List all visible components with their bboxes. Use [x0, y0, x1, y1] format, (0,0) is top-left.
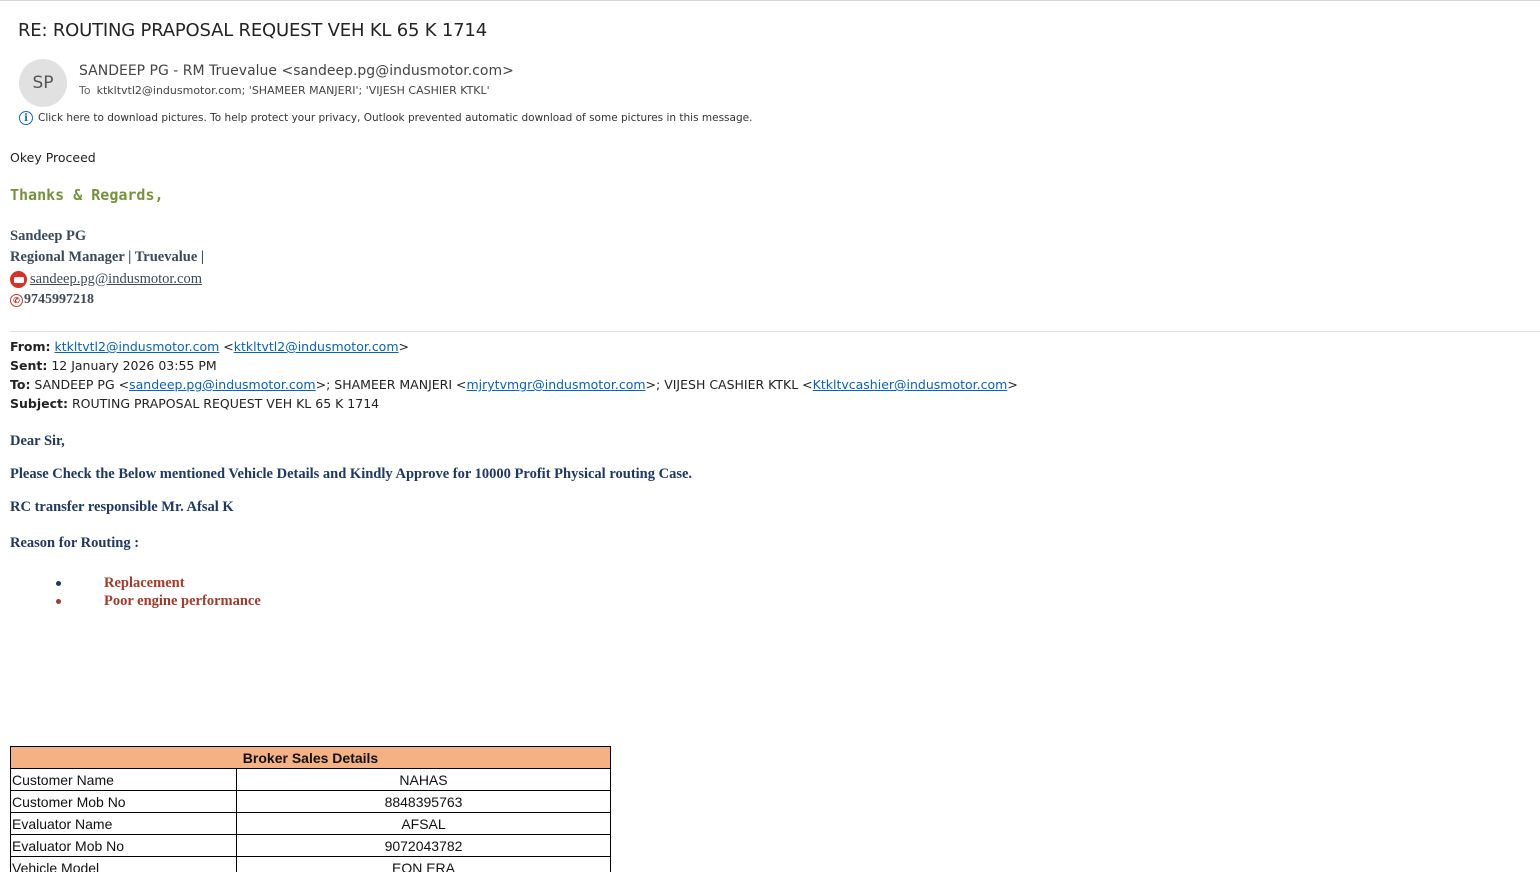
from-bracket-close: > [398, 339, 409, 354]
phone-icon: ✆ [10, 293, 23, 307]
table-key: Customer Name [10, 768, 237, 791]
reason-list: Replacement Poor engine performance [56, 574, 261, 610]
download-pictures-bar[interactable]: i Click here to download pictures. To he… [19, 111, 752, 125]
signature-email-link[interactable]: sandeep.pg@indusmotor.com [30, 271, 202, 288]
table-key: Evaluator Name [10, 812, 237, 835]
from-bracket: < [219, 339, 234, 354]
table-row: Vehicle Model EON ERA [10, 856, 611, 872]
reason-text: Replacement [104, 574, 185, 591]
table-value: AFSAL [236, 812, 611, 835]
recipients-list[interactable]: ktkltvtl2@indusmotor.com; 'SHAMEER MANJE… [97, 84, 490, 97]
to-link-1[interactable]: sandeep.pg@indusmotor.com [129, 377, 316, 392]
signature-title: Regional Manager | Truevalue | [10, 249, 205, 265]
original-from: From: ktkltvtl2@indusmotor.com <ktkltvtl… [10, 339, 409, 354]
list-item: Poor engine performance [56, 592, 261, 610]
email-icon [10, 271, 27, 288]
top-border [0, 0, 1540, 1]
reason-heading: Reason for Routing : [10, 535, 140, 551]
subject-label: Subject: [10, 396, 68, 411]
recipients-line: To ktkltvtl2@indusmotor.com; 'SHAMEER MAN… [79, 84, 490, 97]
email-subject: RE: ROUTING PRAPOSAL REQUEST VEH KL 65 K… [18, 20, 487, 41]
list-item: Replacement [56, 574, 261, 592]
to-link-3[interactable]: Ktkltvcashier@indusmotor.com [813, 377, 1008, 392]
signature-email-row: sandeep.pg@indusmotor.com [10, 271, 202, 288]
table-header: Broker Sales Details [10, 746, 611, 769]
table-row: Customer Mob No 8848395763 [10, 790, 611, 813]
signature-name: Sandeep PG [10, 228, 87, 244]
table-row: Evaluator Mob No 9072043782 [10, 834, 611, 857]
signature-phone: 9745997218 [24, 292, 94, 307]
info-icon: i [19, 111, 33, 125]
thanks-regards: Thanks & Regards, [10, 186, 164, 204]
table-value: 9072043782 [236, 834, 611, 857]
to-end: > [1007, 377, 1018, 392]
from-link[interactable]: ktkltvtl2@indusmotor.com [55, 339, 220, 354]
message-divider [10, 331, 1540, 332]
sent-value: 12 January 2026 03:55 PM [47, 358, 217, 373]
from-link-2[interactable]: ktkltvtl2@indusmotor.com [234, 339, 399, 354]
to-name-1: SANDEEP PG < [30, 377, 130, 392]
info-message[interactable]: Click here to download pictures. To help… [38, 112, 752, 124]
to-label: To [79, 84, 91, 97]
table-value: 8848395763 [236, 790, 611, 813]
reply-text: Okey Proceed [10, 150, 96, 165]
signature-phone-row: ✆ 9745997218 [10, 292, 94, 308]
table-row: Evaluator Name AFSAL [10, 812, 611, 835]
bullet-dot [56, 580, 61, 586]
original-sent: Sent: 12 January 2026 03:55 PM [10, 358, 217, 373]
table-row: Customer Name NAHAS [10, 768, 611, 791]
sent-label: Sent: [10, 358, 48, 373]
sender-name[interactable]: SANDEEP PG - RM Truevalue <sandeep.pg@in… [79, 63, 514, 79]
sender-avatar[interactable]: SP [19, 59, 67, 107]
broker-sales-table: Broker Sales Details Customer Name NAHAS… [10, 746, 611, 872]
table-key: Vehicle Model [10, 856, 237, 872]
to-label-original: To: [10, 377, 31, 392]
request-line: Please Check the Below mentioned Vehicle… [10, 466, 693, 482]
bullet-dot [56, 598, 61, 604]
table-key: Customer Mob No [10, 790, 237, 813]
reason-text: Poor engine performance [104, 592, 261, 609]
table-key: Evaluator Mob No [10, 834, 237, 857]
from-label: From: [10, 339, 51, 354]
subject-value: ROUTING PRAPOSAL REQUEST VEH KL 65 K 171… [68, 396, 380, 411]
original-to: To: SANDEEP PG <sandeep.pg@indusmotor.co… [10, 377, 1018, 392]
table-value: NAHAS [236, 768, 611, 791]
rc-transfer-line: RC transfer responsible Mr. Afsal K [10, 499, 234, 515]
to-name-3: >; VIJESH CASHIER KTKL < [645, 377, 813, 392]
to-link-2[interactable]: mjrytvmgr@indusmotor.com [466, 377, 645, 392]
table-header-row: Broker Sales Details [10, 746, 611, 769]
to-name-2: >; SHAMEER MANJERI < [315, 377, 467, 392]
original-subject: Subject: ROUTING PRAPOSAL REQUEST VEH KL… [10, 396, 379, 411]
greeting: Dear Sir, [10, 433, 65, 449]
table-value: EON ERA [236, 856, 611, 872]
